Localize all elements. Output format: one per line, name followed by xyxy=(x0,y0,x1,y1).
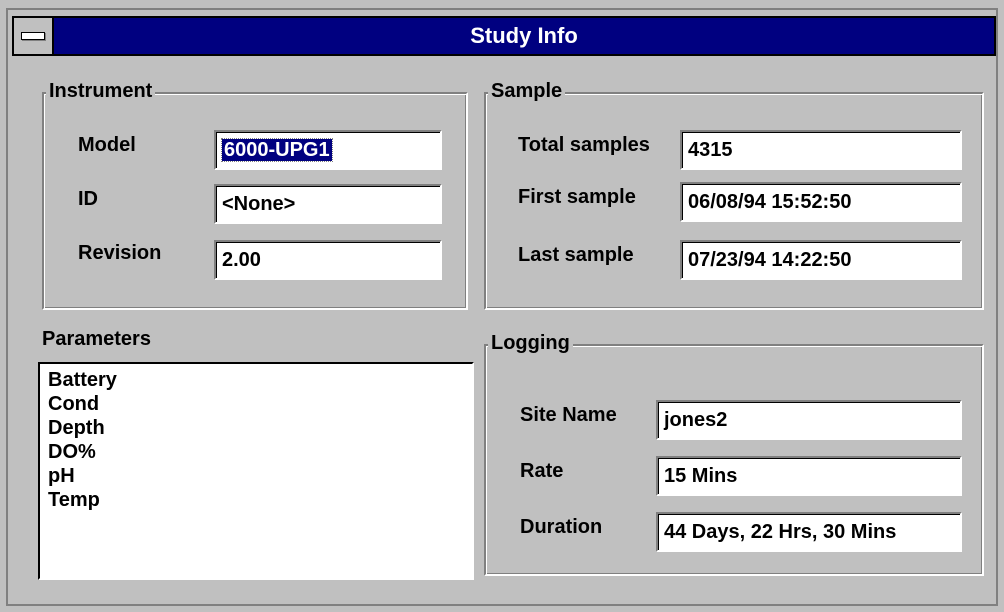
logging-group-title: Logging xyxy=(488,332,573,355)
duration-label: Duration xyxy=(520,516,603,538)
parameters-listbox[interactable]: Battery Cond Depth DO% pH Temp xyxy=(38,362,474,580)
parameters-label: Parameters xyxy=(42,328,151,350)
revision-value: 2.00 xyxy=(222,249,261,271)
duration-field[interactable]: 44 Days, 22 Hrs, 30 Mins xyxy=(656,512,962,552)
site-name-field[interactable]: jones2 xyxy=(656,400,962,440)
first-sample-field[interactable]: 06/08/94 15:52:50 xyxy=(680,182,962,222)
title-bar[interactable]: Study Info xyxy=(12,16,996,56)
sample-group-title: Sample xyxy=(488,80,566,103)
study-info-window: Study Info Instrument Model 6000-UPG1 ID… xyxy=(6,8,998,606)
window-title-area[interactable]: Study Info xyxy=(54,16,996,56)
instrument-group-title: Instrument xyxy=(46,80,156,103)
total-samples-field[interactable]: 4315 xyxy=(680,130,962,170)
site-name-label: Site Name xyxy=(520,404,617,426)
last-sample-value: 07/23/94 14:22:50 xyxy=(688,249,852,271)
list-item[interactable]: DO% xyxy=(48,440,472,464)
instrument-group: Instrument Model 6000-UPG1 ID <None> Rev… xyxy=(42,80,468,310)
list-item[interactable]: Temp xyxy=(48,488,472,512)
list-item[interactable]: Battery xyxy=(48,368,472,392)
logging-group: Logging Site Name jones2 Rate 15 Mins Du… xyxy=(484,332,984,576)
id-label: ID xyxy=(78,188,98,210)
site-name-value: jones2 xyxy=(664,409,728,431)
window-title: Study Info xyxy=(470,23,578,48)
total-samples-value: 4315 xyxy=(688,139,733,161)
revision-label: Revision xyxy=(78,242,162,264)
list-item[interactable]: Depth xyxy=(48,416,472,440)
last-sample-field[interactable]: 07/23/94 14:22:50 xyxy=(680,240,962,280)
list-item[interactable]: Cond xyxy=(48,392,472,416)
model-field[interactable]: 6000-UPG1 xyxy=(214,130,442,170)
id-field[interactable]: <None> xyxy=(214,184,442,224)
system-menu-icon xyxy=(21,32,45,40)
revision-field[interactable]: 2.00 xyxy=(214,240,442,280)
model-label: Model xyxy=(78,134,136,156)
id-value: <None> xyxy=(222,193,296,215)
total-samples-label: Total samples xyxy=(518,134,650,156)
model-value: 6000-UPG1 xyxy=(221,138,333,162)
rate-field[interactable]: 15 Mins xyxy=(656,456,962,496)
system-menu-button[interactable] xyxy=(12,16,54,56)
first-sample-value: 06/08/94 15:52:50 xyxy=(688,191,852,213)
last-sample-label: Last sample xyxy=(518,244,634,266)
rate-label: Rate xyxy=(520,460,564,482)
sample-group: Sample Total samples 4315 First sample 0… xyxy=(484,80,984,310)
list-item[interactable]: pH xyxy=(48,464,472,488)
rate-value: 15 Mins xyxy=(664,465,738,487)
first-sample-label: First sample xyxy=(518,186,636,208)
duration-value: 44 Days, 22 Hrs, 30 Mins xyxy=(664,521,897,543)
